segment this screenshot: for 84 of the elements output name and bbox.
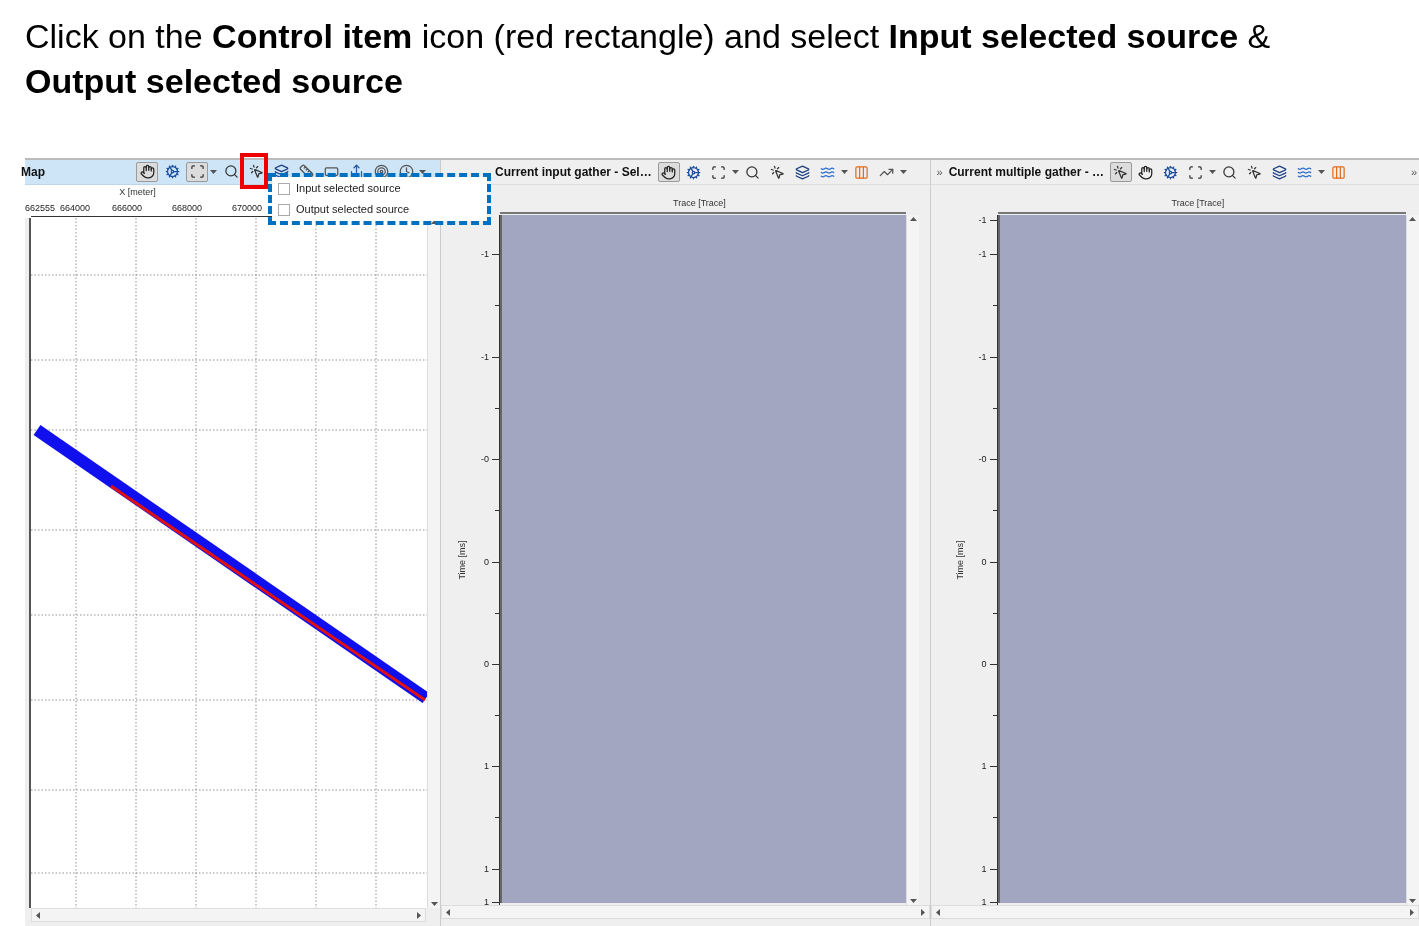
menu-item[interactable]: Output selected source [272, 199, 487, 220]
axis-tick-label: 0 [981, 658, 987, 670]
caret-icon[interactable] [1208, 170, 1216, 174]
select-icon [189, 164, 205, 180]
axis-tick-label: 666000 [112, 201, 143, 214]
axis-title: Time [ms] [954, 540, 965, 580]
axis-title: Time [ms] [456, 540, 467, 580]
scroll-down-icon[interactable] [909, 899, 917, 903]
search-icon [745, 164, 761, 180]
hand-icon [1138, 164, 1154, 180]
panel-title: Current input gather - Sel… [495, 164, 652, 181]
instruction-text: Click on the Control item icon (red rectangle) and select Input selected source & Output selected source [25, 16, 1272, 102]
checkbox[interactable] [278, 182, 290, 195]
scroll-left-icon[interactable] [36, 911, 40, 919]
select-icon [1188, 164, 1204, 180]
caret-icon[interactable] [899, 170, 907, 174]
pointer-icon [248, 164, 264, 180]
axis-tick-label: 668000 [172, 201, 203, 214]
horizontal-scrollbar[interactable] [31, 908, 426, 922]
axis-title: Trace [Trace] [673, 197, 727, 209]
axis-tick-label: -1 [978, 214, 987, 226]
pointer-icon [770, 164, 786, 180]
axis-tick-label: 670000 [232, 201, 263, 214]
scroll-left-icon[interactable] [935, 908, 940, 916]
axis-tick-label: 662555 [25, 201, 56, 214]
clock-icon [398, 164, 414, 180]
search-icon [223, 164, 239, 180]
caret-icon[interactable] [1317, 170, 1325, 174]
scroll-right-icon[interactable] [417, 911, 421, 919]
tool-button[interactable] [1109, 162, 1132, 182]
layers-icon [1272, 164, 1288, 180]
traces-icon [854, 164, 870, 180]
horizontal-scrollbar[interactable] [930, 905, 1419, 919]
caret-icon[interactable] [840, 170, 848, 174]
layers-icon [795, 164, 811, 180]
axis-title: Trace [Trace] [1171, 197, 1226, 209]
axis-tick-label: -0 [481, 453, 489, 465]
scroll-right-icon[interactable] [1410, 908, 1414, 916]
axis-tick-label: -1 [978, 351, 987, 363]
axis-tick-label: 664000 [60, 201, 91, 214]
caret-icon[interactable] [419, 169, 426, 174]
scroll-down-icon[interactable] [1409, 899, 1416, 903]
pointer-icon [1113, 164, 1129, 180]
axis-tick-label: 1 [981, 896, 987, 908]
axis-tick-label: -0 [978, 453, 987, 465]
panel-title: Map [21, 163, 46, 181]
axis-tick-label: -1 [481, 248, 489, 260]
axis-tick-label: 0 [484, 658, 489, 670]
axis-title: X [meter] [119, 186, 156, 198]
caret-icon[interactable] [210, 169, 217, 174]
settings-icon [164, 164, 180, 180]
checkbox[interactable] [278, 203, 290, 216]
scroll-down-icon[interactable] [430, 902, 438, 907]
panel-title: Current multiple gather - … [948, 164, 1104, 181]
menu-item[interactable]: Input selected source [272, 178, 487, 199]
search-icon [1222, 164, 1238, 180]
select-icon [711, 164, 727, 180]
settings-icon [686, 164, 702, 180]
vertical-scrollbar[interactable] [906, 215, 919, 905]
scroll-up-icon[interactable] [1409, 217, 1416, 221]
axis-tick-label: 1 [981, 863, 987, 875]
expand-marker[interactable]: » [936, 163, 943, 181]
axis-tick-label: 1 [484, 863, 489, 875]
scroll-up-icon[interactable] [909, 217, 917, 221]
axis-tick-label: -1 [481, 351, 489, 363]
vertical-scrollbar[interactable] [427, 218, 440, 909]
scroll-left-icon[interactable] [446, 908, 450, 916]
axis-tick-label: -1 [978, 248, 987, 260]
horizontal-scrollbar[interactable] [441, 905, 930, 919]
axis-tick-label: 1 [981, 760, 987, 772]
axis-tick-label: 0 [484, 556, 489, 568]
settings-icon [1163, 164, 1179, 180]
hand-icon [139, 164, 155, 180]
axis-tick-label: 0 [981, 556, 987, 568]
traces-icon [1331, 164, 1347, 180]
pointer-icon [1247, 164, 1263, 180]
scroll-right-icon[interactable] [920, 908, 925, 916]
axis-tick-label: 1 [484, 760, 489, 772]
hand-icon [661, 164, 677, 180]
tool-button[interactable] [136, 161, 158, 182]
axis-tick-label: 1 [484, 896, 489, 908]
tool-button[interactable] [657, 162, 680, 182]
caret-icon[interactable] [731, 170, 739, 174]
overflow-marker[interactable]: » [1410, 163, 1417, 181]
